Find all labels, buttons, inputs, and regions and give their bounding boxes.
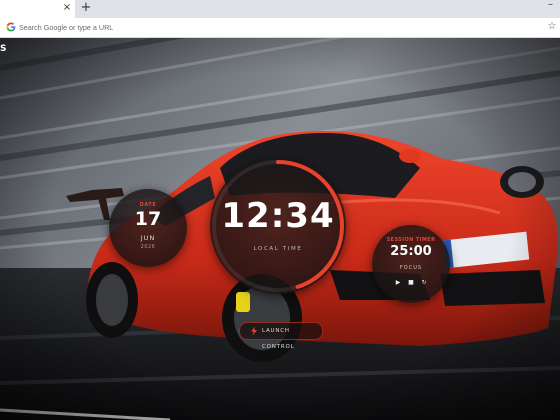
google-icon bbox=[6, 22, 16, 32]
new-tab-page: S DATE 17 JUN 2026 12:34 LOCAL TIME SESS… bbox=[0, 38, 560, 420]
session-label: SESSION TIMER bbox=[386, 237, 436, 243]
clock-label: LOCAL TIME bbox=[253, 246, 303, 252]
stop-icon[interactable]: ■ bbox=[405, 278, 417, 288]
play-icon[interactable]: ▶ bbox=[392, 278, 404, 288]
tab-strip: × + – bbox=[0, 0, 560, 18]
omnibox[interactable]: Search Google or type a URL bbox=[19, 22, 113, 34]
session-time: 25:00 bbox=[390, 244, 432, 259]
reset-icon[interactable]: ↻ bbox=[418, 278, 430, 288]
clock-time: 12:34 bbox=[221, 196, 335, 236]
launch-control-button[interactable]: LAUNCH CONTROL bbox=[239, 322, 323, 350]
clock-widget: 12:34 LOCAL TIME bbox=[210, 158, 346, 294]
date-widget: DATE 17 JUN 2026 bbox=[109, 189, 187, 267]
bolt-icon bbox=[251, 326, 257, 336]
session-mode[interactable]: FOCUS bbox=[372, 265, 450, 271]
corner-logo: S bbox=[0, 44, 7, 54]
launch-control-label: LAUNCH CONTROL bbox=[262, 328, 295, 350]
active-tab[interactable]: × bbox=[0, 0, 75, 18]
close-tab-icon[interactable]: × bbox=[62, 1, 72, 15]
date-year: 2026 bbox=[140, 244, 156, 250]
session-timer-widget: SESSION TIMER 25:00 FOCUS ▶ ■ ↻ bbox=[372, 225, 450, 303]
new-tab-button[interactable]: + bbox=[80, 0, 92, 16]
date-month: JUN bbox=[140, 234, 156, 242]
bookmark-star-icon[interactable]: ☆ bbox=[546, 20, 558, 34]
date-day: 17 bbox=[134, 208, 162, 230]
minimize-button[interactable]: – bbox=[548, 0, 558, 11]
